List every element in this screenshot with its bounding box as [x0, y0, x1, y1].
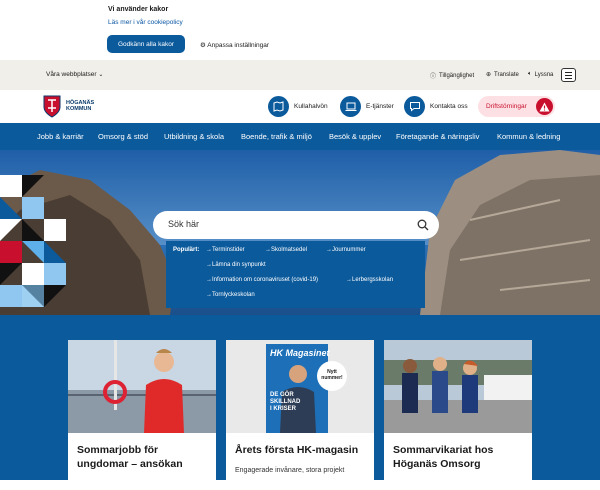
cookie-banner: Vi använder kakor Läs mer i vår cookiepo… [0, 0, 600, 60]
chat-icon [404, 96, 425, 117]
contact-button[interactable]: Kontakta oss [404, 96, 468, 117]
contact-label: Kontakta oss [430, 103, 468, 110]
popular-link[interactable]: → Terminstider [206, 247, 245, 253]
popular-label: Populärt: [173, 247, 200, 253]
news-card[interactable]: Sommarjobb för ungdomar – ansökan [68, 340, 216, 490]
site-logo[interactable]: HÖGANÄS KOMMUN [42, 94, 94, 118]
coat-of-arms-icon [43, 95, 61, 118]
kullahalvon-label: Kullahalvön [294, 103, 328, 110]
accessibility-link[interactable]: ⓘ Tillgänglighet [430, 71, 475, 81]
disruptions-button[interactable]: Driftstörningar [478, 96, 555, 117]
magazine-caption: DE GÖR SKILLNAD I KRISER [270, 392, 301, 412]
info-icon: ⓘ [430, 74, 437, 80]
menu-line [565, 72, 572, 74]
popular-link[interactable]: → Skolmatsedel [265, 247, 307, 253]
accept-cookies-button[interactable]: Godkänn alla kakor [107, 35, 185, 53]
card-image [68, 340, 216, 433]
popular-link[interactable]: → Tornlyckeskolan [206, 292, 255, 298]
nav-item-kommun[interactable]: Kommun & ledning [497, 132, 560, 141]
nav-item-foretagande[interactable]: Företagande & näringsliv [396, 132, 479, 141]
popular-link[interactable]: → Lämna din synpunkt [206, 262, 266, 268]
kullahalvon-button[interactable]: Kullahalvön [268, 96, 328, 117]
popular-searches: Populärt: → Terminstider → Skolmatsedel … [166, 241, 425, 308]
listen-label: Lyssna [534, 71, 554, 78]
news-card[interactable]: Sommarvikariat hos Höganäs Omsorg [384, 340, 532, 490]
speaker-icon: 🔈︎ [528, 71, 532, 77]
translate-label: Translate [494, 71, 519, 78]
search-icon[interactable] [417, 219, 429, 231]
translate-button[interactable]: ⊕ Translate [486, 71, 519, 79]
card-title: Sommarvikariat hos Höganäs Omsorg [393, 444, 494, 470]
search-placeholder: Sök här [168, 219, 200, 229]
nav-item-omsorg[interactable]: Omsorg & stöd [98, 132, 148, 141]
chevron-down-icon: ⌄ [98, 72, 104, 78]
card-title: Sommarjobb för ungdomar – ansökan [77, 444, 183, 470]
menu-line [565, 78, 572, 80]
menu-button[interactable] [561, 68, 576, 82]
search-input[interactable]: Sök här [153, 211, 439, 239]
e-services-label: E-tjänster [366, 103, 394, 110]
new-issue-badge: Nytt nummer! [321, 369, 343, 381]
cookie-policy-link[interactable]: Läs mer i vår cookiepolicy [108, 19, 183, 26]
news-card[interactable]: HK Magasinet DE GÖR SKILLNAD I KRISER Nytt… [226, 340, 374, 490]
popular-link[interactable]: → Lerbergsskolan [346, 277, 393, 283]
utility-bar: Våra webbplatser ⌄ ⓘ Tillgänglighet ⊕ Tran… [0, 60, 600, 90]
map-icon [268, 96, 289, 117]
nav-item-utbildning[interactable]: Utbildning & skola [164, 132, 224, 141]
logo-line2: KOMMUN [66, 106, 92, 112]
cookie-title: Vi använder kakor [108, 6, 169, 13]
logo-text: HÖGANÄS KOMMUN [66, 100, 94, 112]
cookie-settings-button[interactable]: ⚙ Anpassa inställningar [200, 41, 269, 49]
listen-button[interactable]: 🔈︎ Lyssna [528, 71, 553, 78]
main-navigation: Jobb & karriär Omsorg & stöd Utbildning … [0, 123, 600, 150]
disruptions-label: Driftstörningar [486, 103, 527, 110]
warning-icon [536, 98, 553, 115]
nav-item-besok[interactable]: Besök & upplev [329, 132, 381, 141]
our-sites-button[interactable]: Våra webbplatser ⌄ [46, 71, 103, 78]
popular-link[interactable]: → Information om coronaviruset (covid-19… [206, 277, 318, 283]
accessibility-label: Tillgänglighet [439, 72, 475, 79]
globe-icon: ⊕ [486, 72, 492, 78]
card-title: Årets första HK-magasin [235, 444, 359, 456]
our-sites-label: Våra webbplatser [46, 71, 97, 78]
magazine-title: HK Magasinet [270, 348, 330, 358]
card-image [384, 340, 532, 433]
card-subtitle: Engagerade invånare, stora projekt [235, 467, 345, 474]
nav-item-jobb[interactable]: Jobb & karriär [37, 132, 84, 141]
popular-link[interactable]: → Journummer [326, 247, 366, 253]
e-services-button[interactable]: E-tjänster [340, 96, 394, 117]
nav-item-boende[interactable]: Boende, trafik & miljö [241, 132, 312, 141]
laptop-icon [340, 96, 361, 117]
menu-line [565, 75, 572, 77]
cookie-settings-label: Anpassa inställningar [207, 42, 270, 49]
